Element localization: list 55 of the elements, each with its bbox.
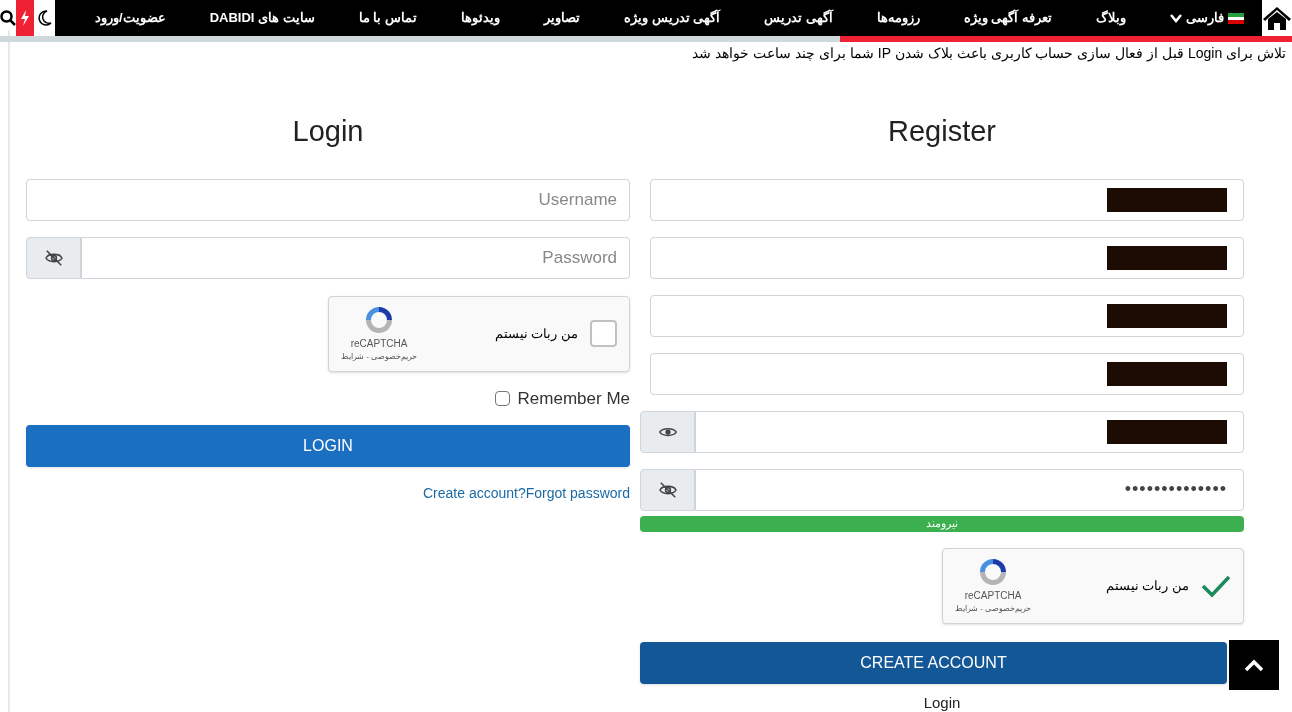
notice-text: تلاش برای Login قبل از فعال سازی حساب کاربری باعث بلاک شدن IP شما برای چند ساعت خواهد شد [692, 44, 1286, 64]
search-icon [0, 10, 16, 26]
privacy-terms-links[interactable]: حریم‌خصوصی - شرایط [955, 603, 1032, 615]
search-button[interactable] [0, 0, 16, 36]
login-link[interactable]: Login [923, 691, 961, 712]
recaptcha-brand: reCAPTCHA [964, 589, 1022, 603]
chevron-down-icon [1170, 13, 1182, 23]
flag-icon [1228, 12, 1244, 24]
scroll-to-top-button[interactable] [1229, 640, 1279, 690]
eye-slash-icon [657, 481, 678, 498]
password-strength-bar: نیرومند [640, 515, 1244, 532]
nav-link[interactable]: تماس با ما [358, 8, 417, 28]
nav-link[interactable]: عضویت/ورود [95, 8, 166, 28]
remember-checkbox[interactable] [494, 390, 510, 406]
forgot-password-link[interactable]: Forgot password [525, 483, 630, 504]
password-toggle-button[interactable] [26, 236, 81, 279]
password-toggle-button[interactable] [640, 468, 695, 511]
privacy-terms-links[interactable]: حریم‌خصوصی - شرایط [341, 351, 418, 363]
eye-slash-icon [43, 249, 64, 266]
login-heading: Login [291, 114, 365, 149]
register-heading: Register [887, 114, 997, 149]
text-field[interactable] [650, 352, 1244, 395]
flash-button[interactable] [16, 0, 34, 36]
chevron-up-icon [1244, 658, 1264, 672]
nav-link[interactable]: تعرفه آگهی ویژه [963, 8, 1052, 28]
text-field[interactable] [650, 178, 1244, 221]
language-menu[interactable]: فارسی [1170, 8, 1244, 28]
password-field[interactable]: •••••••••••••• [695, 468, 1244, 511]
login-button[interactable]: LOGIN [26, 425, 630, 467]
nav-link[interactable]: رزومه‌ها [876, 8, 920, 28]
password-field[interactable]: Password [81, 236, 630, 279]
home-icon [1262, 5, 1292, 31]
captcha-label: من ربات نیستم [494, 324, 578, 344]
moon-icon [37, 10, 52, 26]
password-toggle-button[interactable] [640, 410, 695, 453]
username-field[interactable]: Username [26, 178, 630, 221]
nav-link[interactable]: آگهی تدریس ویژه [623, 8, 721, 28]
nav-link[interactable]: ویدئوها [460, 8, 500, 28]
nav-link[interactable]: وبلاگ [1096, 8, 1126, 28]
recaptcha-brand: reCAPTCHA [350, 337, 408, 351]
captcha-label: من ربات نیستم [1105, 576, 1189, 596]
create-account-button[interactable]: CREATE ACCOUNT [640, 641, 1227, 684]
remember-label: Remember Me [517, 387, 630, 410]
checkmark-icon[interactable] [1201, 573, 1231, 598]
nav-link[interactable]: آگهی تدریس [764, 8, 833, 28]
lightning-icon [20, 10, 30, 26]
dark-mode-button[interactable] [34, 0, 56, 36]
create-account-link[interactable]: Create account? [423, 483, 526, 504]
nav-link[interactable]: سایت های DABIDI [209, 8, 315, 28]
text-field[interactable] [650, 236, 1244, 279]
captcha-checkbox[interactable] [590, 320, 617, 347]
text-field[interactable] [695, 410, 1244, 453]
nav-link[interactable]: تصاویر [543, 8, 580, 28]
text-field[interactable] [650, 294, 1244, 337]
home-button[interactable] [1262, 0, 1292, 36]
